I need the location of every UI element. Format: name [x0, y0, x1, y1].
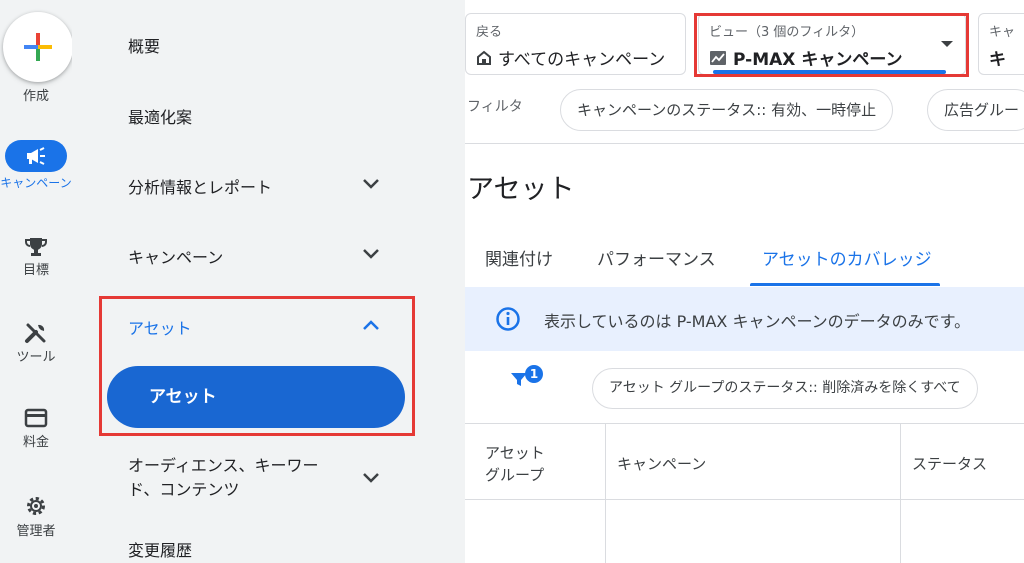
info-icon — [496, 307, 520, 331]
chevron-up-icon — [363, 320, 379, 330]
nav-item-change-history[interactable]: 変更履歴 — [128, 537, 408, 561]
nav-item-campaigns[interactable]: キャンペーン — [128, 244, 458, 268]
nav-item-audiences-keywords-content[interactable]: オーディエンス、キーワード、コンテンツ — [128, 454, 458, 502]
left-rail: 作成 キャンペーン 目標 ツール 料金 管理者 — [0, 0, 73, 563]
rail-item-billing[interactable]: 料金 — [0, 407, 72, 450]
back-selector[interactable]: 戻る すべてのキャンペーン — [465, 13, 686, 75]
chart-icon — [710, 50, 726, 65]
page-title: アセット — [467, 174, 575, 205]
column-separator — [900, 424, 901, 563]
tab-performance[interactable]: パフォーマンス — [597, 245, 716, 270]
tools-icon — [25, 323, 46, 343]
rail-item-campaigns[interactable]: キャンペーン — [0, 140, 72, 190]
rail-item-goals[interactable]: 目標 — [0, 236, 72, 278]
trophy-icon — [25, 238, 47, 256]
nav-subitem-assets[interactable]: アセット — [107, 366, 405, 428]
gear-icon — [27, 497, 45, 515]
caret-down-icon — [941, 41, 953, 47]
chevron-down-icon — [363, 179, 379, 189]
header-divider — [465, 143, 1024, 144]
nav-item-label: 最適化案 — [128, 108, 193, 127]
table-row — [465, 499, 1024, 500]
view-active-underline — [713, 70, 946, 74]
nav-item-label: オーディエンス、キーワード、コンテンツ — [128, 456, 319, 499]
active-tab-indicator — [750, 283, 940, 286]
nav-item-label: アセット — [128, 319, 192, 338]
active-pill — [5, 140, 67, 172]
filter-chip-campaign-status[interactable]: キャンペーンのステータス:: 有効、一時停止 — [560, 89, 894, 131]
create-label: 作成 — [22, 89, 49, 104]
asset-table: アセット グループ キャンペーン ステータス — [465, 423, 1024, 563]
column-header-asset-group[interactable]: アセット グループ — [485, 442, 545, 486]
column-separator — [605, 424, 606, 563]
nav-item-label: 変更履歴 — [128, 541, 193, 560]
nav-item-label: キャンペーン — [128, 248, 224, 267]
plus-icon — [24, 33, 52, 61]
nav-item-label: 分析情報とレポート — [128, 178, 273, 197]
chevron-down-icon — [363, 473, 379, 483]
column-header-status[interactable]: ステータス — [912, 453, 987, 474]
view-selector[interactable]: ビュー（3 個のフィルタ） P-MAX キャンペーン — [698, 13, 966, 75]
nav-item-insights-reports[interactable]: 分析情報とレポート — [128, 174, 458, 198]
filter-count-badge: 1 — [525, 365, 543, 383]
view-value: P-MAX キャンペーン — [733, 50, 903, 70]
tab-asset-coverage[interactable]: アセットのカバレッジ — [762, 245, 932, 270]
megaphone-icon — [27, 147, 45, 165]
filter-chip-ad-group[interactable]: 広告グルー — [927, 89, 1024, 131]
nav-item-assets[interactable]: アセット — [128, 315, 458, 339]
home-icon — [477, 50, 491, 65]
main-content: 戻る すべてのキャンペーン ビュー（3 個のフィルタ） P-MAX キャンペーン… — [465, 0, 1024, 563]
nav-item-label: 概要 — [128, 37, 161, 56]
rail-item-tools[interactable]: ツール — [0, 321, 72, 365]
create-button[interactable] — [3, 12, 73, 82]
chevron-down-icon — [363, 249, 379, 259]
filter-label: フィルタ — [467, 99, 523, 115]
campaign-selector[interactable]: キャ キ — [978, 13, 1024, 75]
tab-associations[interactable]: 関連付け — [485, 245, 553, 270]
nav-item-overview[interactable]: 概要 — [128, 33, 408, 57]
rail-item-admin[interactable]: 管理者 — [0, 494, 72, 539]
info-banner: 表示しているのは P-MAX キャンペーンのデータのみです。 — [465, 287, 1024, 351]
billing-card-icon — [24, 408, 48, 428]
column-header-campaign[interactable]: キャンペーン — [617, 453, 706, 474]
info-text: 表示しているのは P-MAX キャンペーンのデータのみです。 — [544, 312, 971, 331]
nav-panel: 概要 最適化案 分析情報とレポート キャンペーン アセット アセット オーディエ… — [72, 0, 465, 563]
back-value: すべてのキャンペーン — [498, 50, 666, 70]
nav-item-recommendations[interactable]: 最適化案 — [128, 104, 408, 128]
filter-chip-asset-group-status[interactable]: アセット グループのステータス:: 削除済みを除くすべて — [592, 368, 978, 409]
